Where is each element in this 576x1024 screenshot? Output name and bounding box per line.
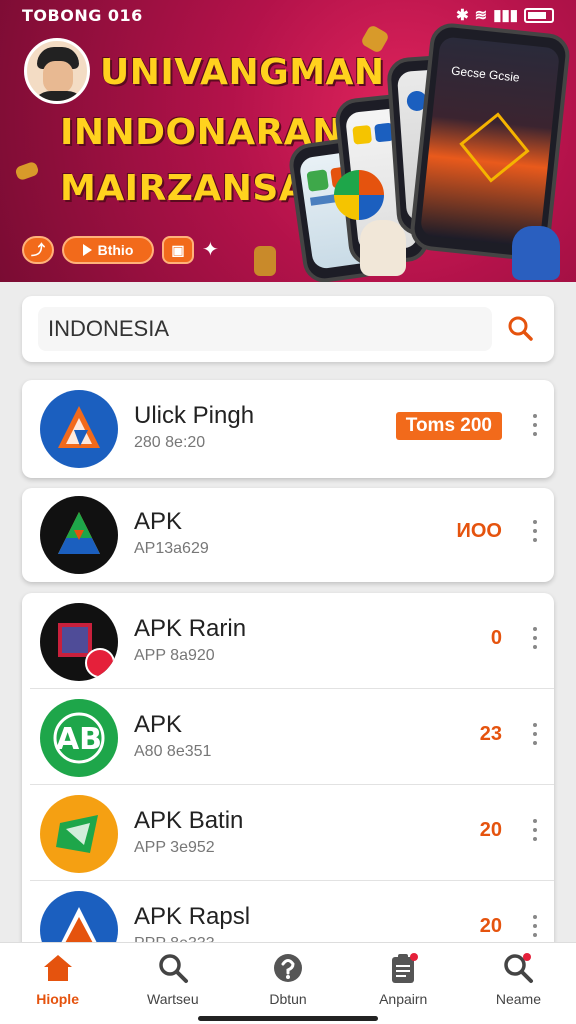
gallery-icon: ▣ bbox=[171, 241, 185, 258]
nav-item-search[interactable]: Wartseu bbox=[115, 943, 230, 1024]
search-bar: INDONESIA bbox=[22, 296, 554, 362]
clipboard-icon bbox=[386, 951, 420, 985]
play-button[interactable]: Bthio bbox=[62, 236, 154, 264]
app-icon: AB bbox=[40, 699, 118, 777]
app-badge: Toms 200 bbox=[395, 412, 502, 440]
nav-item-help[interactable]: Dbtun bbox=[230, 943, 345, 1024]
app-value: 20 bbox=[479, 915, 502, 937]
wifi-icon: ≋ bbox=[474, 7, 488, 24]
decoration bbox=[254, 246, 276, 276]
phone-screen-title: Gecse Gcsie bbox=[450, 63, 521, 85]
app-value: 20 bbox=[479, 819, 502, 841]
search-alert-icon bbox=[501, 951, 535, 985]
app-icon bbox=[40, 795, 118, 873]
mascot-figure bbox=[360, 220, 406, 276]
nav-item-clipboard[interactable]: Anpairn bbox=[346, 943, 461, 1024]
play-button-label: Bthio bbox=[97, 242, 134, 258]
app-icon bbox=[40, 496, 118, 574]
nav-label: Anpairn bbox=[379, 991, 428, 1007]
app-subtitle: APP 8a920 bbox=[134, 647, 215, 664]
status-time: TOBONG 016 bbox=[22, 5, 143, 25]
nav-label: Hiople bbox=[36, 991, 79, 1007]
status-icons: ✱ ≋ ▮▮▮ bbox=[456, 6, 554, 24]
more-options-icon[interactable] bbox=[532, 414, 538, 436]
gallery-button[interactable]: ▣ bbox=[162, 236, 194, 264]
app-name: APK Rapsl bbox=[134, 903, 251, 930]
more-options-icon[interactable] bbox=[532, 520, 538, 542]
app-subtitle: A80 8e351 bbox=[134, 743, 212, 760]
app-name: Ulick Pingh bbox=[134, 402, 255, 429]
app-list-card: APK Rarin APP 8a920 0 AB APK A80 8e351 2… bbox=[22, 593, 554, 953]
list-item[interactable]: APK Rarin APP 8a920 0 bbox=[22, 593, 554, 689]
more-options-icon[interactable] bbox=[532, 819, 538, 841]
app-subtitle: APP 3e952 bbox=[134, 839, 215, 856]
list-item[interactable]: APK Batin APP 3e952 20 bbox=[22, 785, 554, 881]
app-value: 23 bbox=[479, 723, 502, 745]
nav-item-search-alert[interactable]: Neame bbox=[461, 943, 576, 1024]
app-subtitle: 280 8e:20 bbox=[134, 434, 206, 451]
help-icon bbox=[271, 951, 305, 985]
decoration bbox=[14, 160, 40, 182]
app-name: APK bbox=[134, 711, 183, 738]
app-card[interactable]: APK AP13a629 ИОО bbox=[22, 488, 554, 582]
nav-label: Dbtun bbox=[269, 991, 307, 1007]
more-options-icon[interactable] bbox=[532, 627, 538, 649]
search-icon[interactable] bbox=[504, 312, 538, 346]
sparkle-icon[interactable]: ✦ bbox=[202, 238, 226, 262]
banner-headline-1: UNIVANGMAN bbox=[100, 52, 385, 93]
svg-text:AB: AB bbox=[56, 722, 102, 757]
nav-item-home[interactable]: Hiople bbox=[0, 943, 115, 1024]
app-value: 0 bbox=[490, 627, 502, 649]
search-icon bbox=[156, 951, 190, 985]
play-icon bbox=[82, 244, 92, 256]
bottom-nav: Hiople Wartseu Dbtun Anpairn Neame bbox=[0, 942, 576, 1024]
bluetooth-icon: ✱ bbox=[456, 7, 469, 24]
logo-sticker bbox=[334, 170, 384, 220]
app-subtitle: AP13a629 bbox=[134, 540, 209, 557]
avatar[interactable] bbox=[24, 38, 90, 104]
list-item[interactable]: APK AP13a629 ИОО bbox=[22, 486, 554, 582]
app-icon bbox=[40, 603, 118, 681]
app-name: APK bbox=[134, 508, 183, 535]
search-input[interactable]: INDONESIA bbox=[38, 307, 492, 351]
banner-headline-3: MAIRZANSA! bbox=[60, 168, 325, 209]
home-indicator[interactable] bbox=[198, 1016, 378, 1021]
share-icon: ⤴ bbox=[31, 242, 45, 258]
list-item[interactable]: AB APK A80 8e351 23 bbox=[22, 689, 554, 785]
banner-actions: ⤴ Bthio ▣ ✦ bbox=[22, 236, 226, 264]
mascot-figure bbox=[512, 226, 560, 280]
status-bar: TOBONG 016 ✱ ≋ ▮▮▮ bbox=[0, 0, 576, 30]
more-options-icon[interactable] bbox=[532, 915, 538, 937]
nav-label: Wartseu bbox=[147, 991, 199, 1007]
app-name: APK Batin bbox=[134, 807, 244, 834]
app-value: ИОО bbox=[456, 520, 503, 542]
promo-banner[interactable]: TOBONG 016 ✱ ≋ ▮▮▮ UNIVANGMAN INNDONARAN… bbox=[0, 0, 576, 282]
nav-label: Neame bbox=[495, 991, 541, 1007]
list-item[interactable]: Ulick Pingh 280 8e:20 Toms 200 bbox=[22, 380, 554, 476]
more-options-icon[interactable] bbox=[532, 723, 538, 745]
battery-icon bbox=[524, 7, 554, 23]
app-name: APK Rarin bbox=[134, 615, 247, 642]
app-card[interactable]: Ulick Pingh 280 8e:20 Toms 200 bbox=[22, 380, 554, 478]
app-icon bbox=[40, 390, 118, 468]
home-icon bbox=[41, 951, 75, 985]
share-button[interactable]: ⤴ bbox=[22, 236, 54, 264]
signal-icon: ▮▮▮ bbox=[493, 7, 518, 24]
